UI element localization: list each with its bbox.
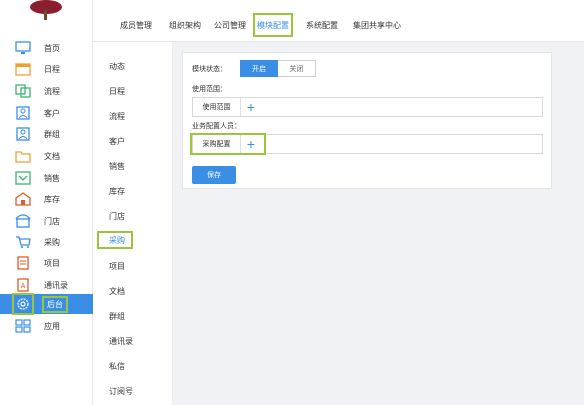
status-toggle[interactable]: 开启 关闭 <box>240 60 316 77</box>
top-tab-bar: 成员管理 组织架构 公司管理 模块配置 系统配置 集团共享中心 <box>93 0 584 42</box>
module-item[interactable]: 客户 <box>109 132 125 150</box>
settings-icon <box>12 293 34 315</box>
disable-option[interactable]: 关闭 <box>278 60 316 77</box>
nav-item-schedule[interactable]: 日程 <box>8 59 93 79</box>
calendar-icon <box>14 60 32 78</box>
nav-label: 客户 <box>44 108 60 118</box>
nav-label: 库存 <box>44 194 60 204</box>
customer-icon <box>14 104 32 122</box>
desktop-icon <box>14 39 32 57</box>
nav-item-store[interactable]: 门店 <box>8 211 93 231</box>
module-item[interactable]: 库存 <box>109 182 125 200</box>
nav-item-inventory[interactable]: 库存 <box>8 189 93 209</box>
nav-label: 日程 <box>44 64 60 74</box>
flow-icon <box>14 82 32 100</box>
nav-item-group[interactable]: 群组 <box>8 124 93 144</box>
store-icon <box>14 212 32 230</box>
module-item-purchase[interactable]: 采购 <box>97 231 133 249</box>
nav-item-project[interactable]: 项目 <box>8 253 93 273</box>
module-item[interactable]: 私信 <box>109 357 125 375</box>
nav-item-flow[interactable]: 流程 <box>8 81 93 101</box>
module-item[interactable]: 项目 <box>109 257 125 275</box>
nav-label: 项目 <box>44 258 60 268</box>
add-scope-plus-icon[interactable]: + <box>241 98 261 116</box>
tree-logo-icon <box>30 0 62 20</box>
module-item[interactable]: 文档 <box>109 282 125 300</box>
tab-company[interactable]: 公司管理 <box>214 13 246 37</box>
tab-system-config[interactable]: 系统配置 <box>306 13 338 37</box>
nav-label: 通讯录 <box>44 280 68 290</box>
nav-item-purchase[interactable]: 采购 <box>8 232 93 252</box>
nav-item-sales[interactable]: 销售 <box>8 168 93 188</box>
status-label: 模块状态： <box>192 66 227 73</box>
module-item[interactable]: 动态 <box>109 57 125 75</box>
nav-label: 后台 <box>42 295 68 313</box>
nav-label: 采购 <box>44 237 60 247</box>
nav-label: 销售 <box>44 173 60 183</box>
nav-label: 应用 <box>44 321 60 331</box>
module-config-panel: 模块状态： 开启 关闭 使用范围： 使用范围 + 业务配置人员： 采购配置 + … <box>182 52 552 189</box>
staff-label: 业务配置人员： <box>192 123 241 130</box>
module-item[interactable]: 订阅号 <box>109 382 133 400</box>
scope-label: 使用范围： <box>192 86 227 93</box>
module-item[interactable]: 通讯录 <box>109 332 133 350</box>
tab-org-structure[interactable]: 组织架构 <box>169 13 201 37</box>
nav-item-home[interactable]: 首页 <box>8 38 93 58</box>
nav-label: 流程 <box>44 86 60 96</box>
nav-label: 文档 <box>44 151 60 161</box>
nav-label: 首页 <box>44 43 60 53</box>
apps-icon <box>14 317 32 335</box>
warehouse-icon <box>14 190 32 208</box>
scope-chip[interactable]: 使用范围 <box>193 98 241 116</box>
tab-members[interactable]: 成员管理 <box>120 13 152 37</box>
tab-module-config[interactable]: 模块配置 <box>253 13 293 37</box>
module-item[interactable]: 销售 <box>109 157 125 175</box>
save-button[interactable]: 保存 <box>192 166 236 184</box>
nav-item-docs[interactable]: 文档 <box>8 146 93 166</box>
nav-item-customer[interactable]: 客户 <box>8 103 93 123</box>
left-navigation: 首页 日程 流程 客户 群组 文档 销售 库存 门店 采购 项目 A 通讯录 后… <box>0 0 93 405</box>
module-item[interactable]: 流程 <box>109 107 125 125</box>
contacts-icon: A <box>14 276 32 294</box>
nav-item-admin[interactable]: 后台 <box>0 293 93 315</box>
module-item[interactable]: 群组 <box>109 307 125 325</box>
highlight-frame <box>190 133 266 155</box>
tab-group-share-center[interactable]: 集团共享中心 <box>353 13 401 37</box>
cart-icon <box>14 233 32 251</box>
svg-text:A: A <box>21 283 26 290</box>
nav-label: 群组 <box>44 129 60 139</box>
scope-field: 使用范围 + <box>192 97 543 117</box>
folder-icon <box>14 147 32 165</box>
module-list: 动态 日程 流程 客户 销售 库存 门店 采购 项目 文档 群组 通讯录 私信 … <box>93 42 173 405</box>
project-icon <box>14 254 32 272</box>
nav-item-contacts[interactable]: A 通讯录 <box>8 275 93 295</box>
enable-option[interactable]: 开启 <box>240 60 278 77</box>
sales-icon <box>14 169 32 187</box>
group-icon <box>14 125 32 143</box>
module-item[interactable]: 门店 <box>109 207 125 225</box>
nav-label: 门店 <box>44 216 60 226</box>
nav-item-apps[interactable]: 应用 <box>8 316 93 336</box>
module-item[interactable]: 日程 <box>109 82 125 100</box>
